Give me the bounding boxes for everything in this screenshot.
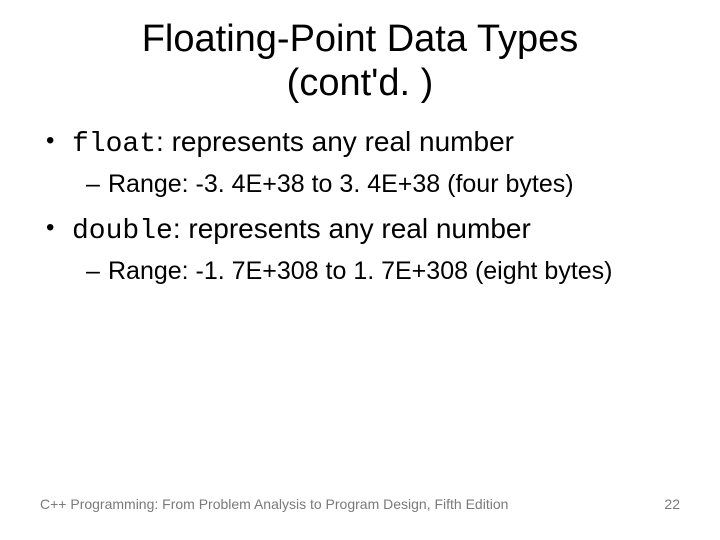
page-number: 22 — [664, 496, 680, 512]
double-range-text: Range: -1. 7E+308 to 1. 7E+308 (eight by… — [108, 255, 680, 289]
slide-footer: C++ Programming: From Problem Analysis t… — [40, 496, 680, 512]
bullet-dot-icon: • — [46, 123, 72, 164]
bullet-dot-icon: • — [46, 210, 72, 251]
subbullet-float-range: – Range: -3. 4E+38 to 3. 4E+38 (four byt… — [86, 168, 680, 202]
footer-book-title: C++ Programming: From Problem Analysis t… — [40, 496, 508, 512]
float-range-text: Range: -3. 4E+38 to 3. 4E+38 (four bytes… — [108, 168, 680, 202]
code-float: float — [72, 129, 156, 160]
desc-float: : represents any real number — [156, 126, 514, 157]
bullet-double-text: double: represents any real number — [72, 210, 680, 251]
code-double: double — [72, 216, 173, 247]
slide: Floating-Point Data Types (cont'd. ) • f… — [0, 0, 720, 540]
dash-icon: – — [86, 168, 108, 202]
bullet-float-text: float: represents any real number — [72, 123, 680, 164]
slide-title: Floating-Point Data Types (cont'd. ) — [40, 18, 680, 105]
subbullet-double-range: – Range: -1. 7E+308 to 1. 7E+308 (eight … — [86, 255, 680, 289]
desc-double: : represents any real number — [173, 213, 531, 244]
title-line-1: Floating-Point Data Types — [142, 18, 579, 60]
title-line-2: (cont'd. ) — [287, 62, 434, 104]
bullet-double: • double: represents any real number — [46, 210, 680, 251]
slide-body: • float: represents any real number – Ra… — [40, 123, 680, 288]
dash-icon: – — [86, 255, 108, 289]
bullet-float: • float: represents any real number — [46, 123, 680, 164]
